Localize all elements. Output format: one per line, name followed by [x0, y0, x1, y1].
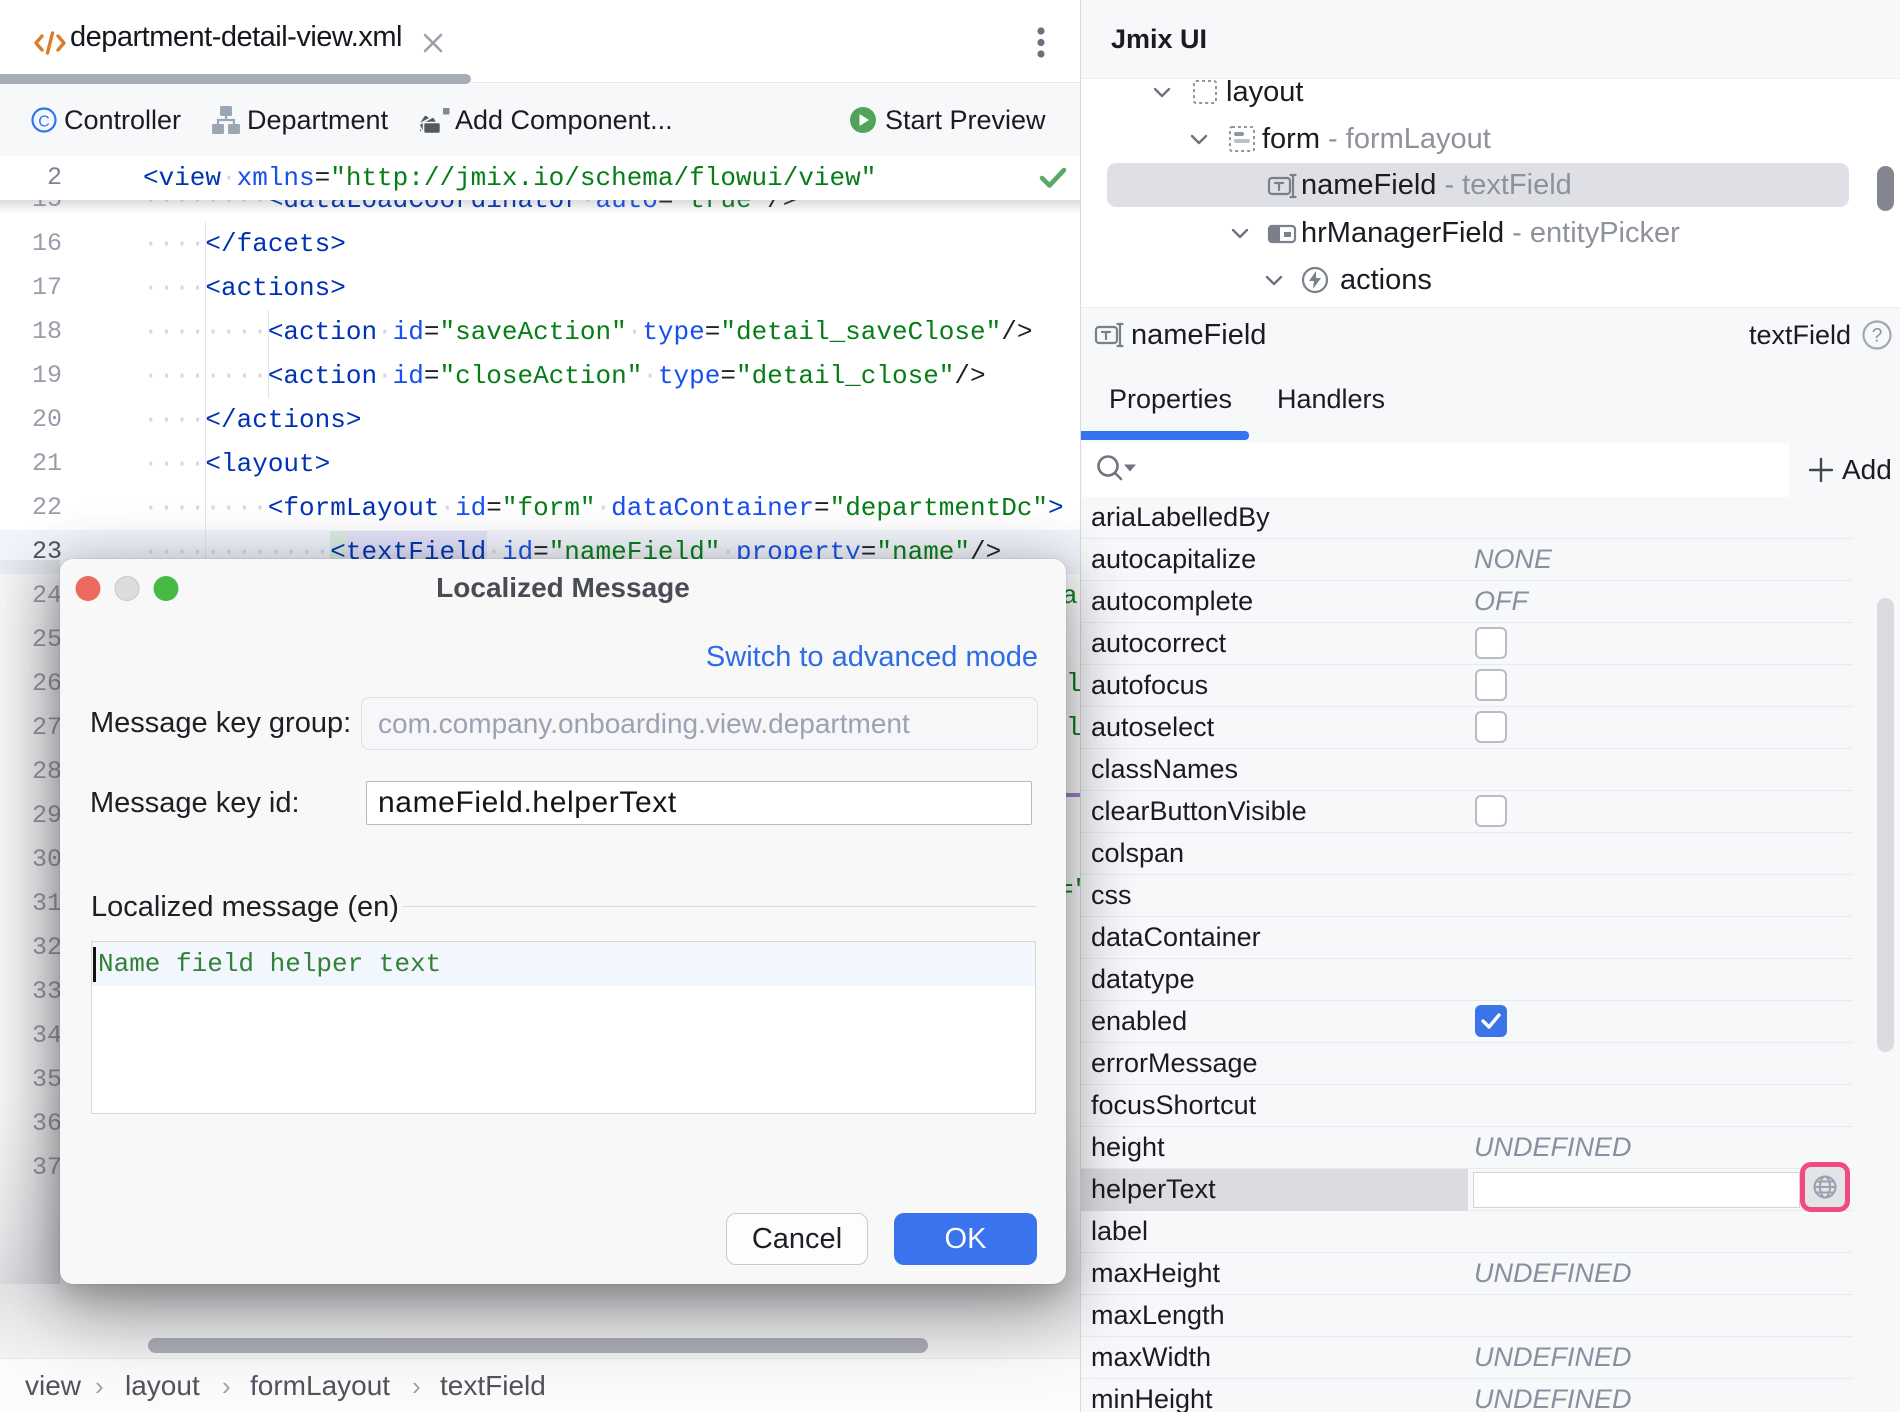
- svg-text:?: ?: [1872, 326, 1883, 347]
- svg-text:C: C: [38, 114, 50, 131]
